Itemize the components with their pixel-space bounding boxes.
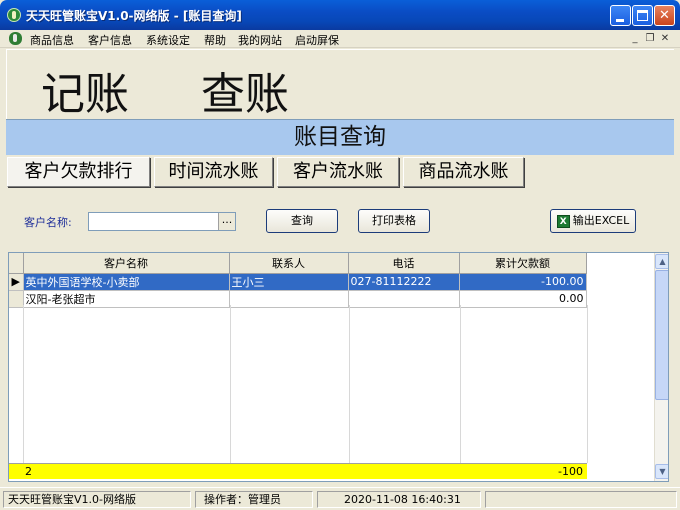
menu-system-settings[interactable]: 系统设定 [146,32,190,48]
browse-customer-button[interactable]: ... [218,213,235,230]
vertical-scrollbar[interactable]: ▲ ▼ [654,253,668,481]
cell-phone[interactable]: 027-81112222 [348,273,460,291]
column-header-phone[interactable]: 电话 [348,253,460,274]
excel-icon: X [556,214,570,228]
menu-screensaver[interactable]: 启动屏保 [295,32,339,48]
bookkeeping-button[interactable]: 记账 [41,58,129,122]
menu-bar: 商品信息 客户信息 系统设定 帮助 我的网站 启动屏保 _ ❐ ✕ [0,30,680,48]
maximize-icon [637,10,648,21]
column-header-customer-name[interactable]: 客户名称 [23,253,230,274]
close-button[interactable]: ✕ [654,5,675,26]
title-bar[interactable]: 天天旺管账宝V1.0-网络版 - [账目查询] ✕ [0,0,680,30]
grid-line [230,305,231,463]
app-icon [7,8,21,22]
scroll-down-icon[interactable]: ▼ [655,464,668,479]
column-header-total-debt[interactable]: 累计欠款额 [459,253,587,274]
grid-line [460,305,461,463]
customer-name-field[interactable]: ... [88,212,236,231]
menu-my-website[interactable]: 我的网站 [238,32,282,48]
tab-product-journal[interactable]: 商品流水账 [403,157,524,187]
status-operator: 操作者：管理员 [195,491,313,508]
grid-line [587,305,588,463]
status-empty-panel [485,491,677,508]
window-title: 天天旺管账宝V1.0-网络版 - [账目查询] [26,9,242,23]
tab-customer-debt-ranking[interactable]: 客户欠款排行 [7,157,150,187]
query-button[interactable]: 查询 [266,209,338,233]
total-count: 2 [25,465,32,478]
tab-customer-journal[interactable]: 客户流水账 [277,157,399,187]
column-header-contact[interactable]: 联系人 [229,253,349,274]
status-bar: 天天旺管账宝V1.0-网络版 操作者：管理员 2020-11-08 16:40:… [0,487,680,510]
export-excel-button[interactable]: X 输出EXCEL [550,209,636,233]
cell-customer-name[interactable]: 英中外国语学校-小卖部 [23,273,230,291]
status-datetime: 2020-11-08 16:40:31 [317,491,481,508]
child-window-icon[interactable] [9,32,22,45]
export-excel-label: 输出EXCEL [572,214,630,227]
menu-customer-info[interactable]: 客户信息 [88,32,132,48]
maximize-button[interactable] [632,5,653,26]
close-icon: ✕ [659,8,670,23]
menu-help[interactable]: 帮助 [204,32,226,48]
cell-contact[interactable]: 王小三 [229,273,349,291]
current-row-arrow-icon: ▶ [9,273,24,291]
cell-total-debt[interactable]: -100.00 [459,273,587,291]
customer-name-label: 客户名称: [24,216,72,229]
query-accounts-button[interactable]: 查账 [201,58,289,122]
menu-product-info[interactable]: 商品信息 [30,32,74,48]
child-minimize-icon[interactable]: _ [628,32,642,45]
panel-title: 账目查询 [6,119,674,155]
minimize-button[interactable] [610,5,631,26]
mode-switch-area: 记账 查账 [6,49,674,122]
minimize-icon [616,19,624,22]
print-table-button[interactable]: 打印表格 [358,209,430,233]
row-indicator-header [9,253,24,274]
scroll-up-icon[interactable]: ▲ [655,254,668,269]
child-close-icon[interactable]: ✕ [658,32,672,45]
debt-ranking-table[interactable]: 客户名称 联系人 电话 累计欠款额 ▶ 英中外国语学校-小卖部 王小三 027-… [8,252,669,482]
customer-name-input[interactable] [89,213,217,230]
status-app-name: 天天旺管账宝V1.0-网络版 [3,491,191,508]
child-restore-icon[interactable]: ❐ [643,32,657,45]
scroll-thumb[interactable] [655,270,668,400]
grid-line [349,305,350,463]
table-row[interactable]: ▶ 英中外国语学校-小卖部 王小三 027-81112222 -100.00 [9,273,587,291]
table-empty-area [9,305,588,463]
total-row: 2 -100 [9,463,587,479]
tab-time-journal[interactable]: 时间流水账 [154,157,273,187]
grid-line [23,305,24,463]
total-debt: -100 [558,465,583,478]
